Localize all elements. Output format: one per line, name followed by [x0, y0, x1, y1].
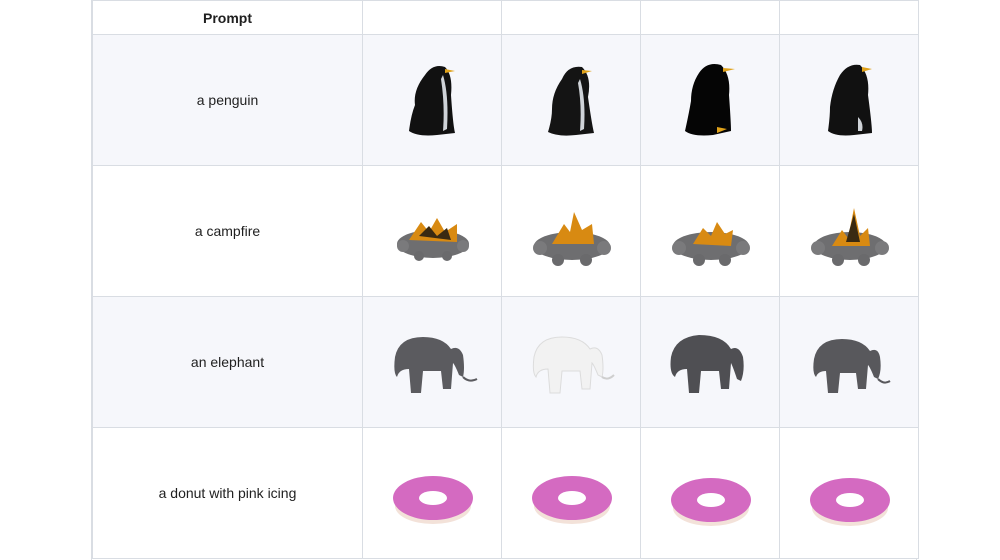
table-row: a donut with pink icing — [92, 427, 919, 559]
elephant-render-1 — [394, 337, 478, 393]
comparison-table-container: Prompt a penguin a campfire an elephant … — [91, 0, 919, 560]
donut-render-4 — [810, 478, 890, 526]
penguin-render-3 — [685, 64, 735, 136]
result-cell — [362, 296, 502, 428]
comparison-table: Prompt a penguin a campfire an elephant … — [92, 0, 919, 559]
model-column-header-3 — [640, 0, 780, 35]
model-column-header-1 — [362, 0, 502, 35]
result-cell — [779, 34, 919, 166]
prompt-cell: an elephant — [92, 296, 363, 428]
donut-render-1 — [393, 476, 473, 524]
model-column-header-2 — [501, 0, 641, 35]
campfire-render-1 — [397, 218, 469, 261]
penguin-render-4 — [828, 64, 872, 136]
result-cell — [501, 296, 641, 428]
table-row: a penguin — [92, 34, 919, 166]
prompt-cell: a penguin — [92, 34, 363, 166]
donut-render-3 — [671, 478, 751, 526]
result-cell — [779, 427, 919, 559]
result-cell — [501, 427, 641, 559]
result-cell — [640, 427, 780, 559]
result-cell — [779, 296, 919, 428]
prompt-cell: a donut with pink icing — [92, 427, 363, 559]
result-cell — [640, 165, 780, 297]
campfire-render-3 — [672, 222, 750, 266]
table-row: an elephant — [92, 296, 919, 428]
elephant-render-3 — [670, 335, 744, 393]
result-cell — [640, 34, 780, 166]
result-cell — [640, 296, 780, 428]
prompt-column-header: Prompt — [92, 0, 363, 35]
result-cell — [501, 34, 641, 166]
elephant-render-4 — [813, 339, 891, 393]
campfire-render-4 — [811, 208, 889, 266]
result-cell — [501, 165, 641, 297]
prompt-cell: a campfire — [92, 165, 363, 297]
penguin-render-2 — [548, 66, 594, 136]
result-cell — [362, 165, 502, 297]
result-cell — [779, 165, 919, 297]
donut-render-2 — [532, 476, 612, 524]
header-row: Prompt — [92, 0, 919, 35]
result-cell — [362, 34, 502, 166]
table-row: a campfire — [92, 165, 919, 297]
result-cell — [362, 427, 502, 559]
model-column-header-4 — [779, 0, 919, 35]
elephant-render-2 — [532, 336, 615, 394]
penguin-render-1 — [409, 66, 455, 136]
campfire-render-2 — [533, 212, 611, 266]
